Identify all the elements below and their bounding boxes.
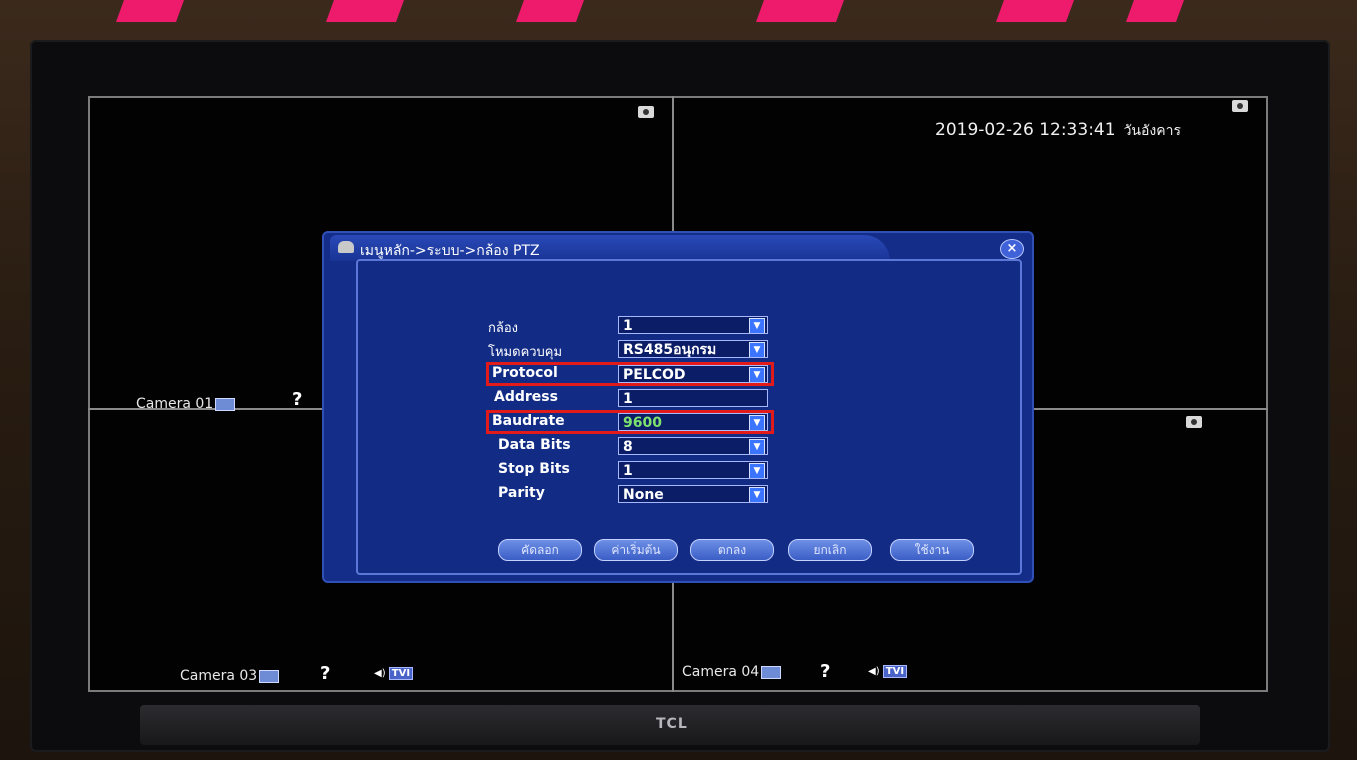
help-icon[interactable]: ? [320, 663, 330, 684]
label-address: Address [494, 389, 558, 405]
snapshot-icon[interactable] [1232, 100, 1248, 112]
speaker-tvi-indicator: ◀) TVI [868, 665, 908, 678]
label-control-mode: โหมดควบคุม [488, 345, 563, 360]
camera-name: Camera 03 [180, 668, 258, 684]
label-protocol: Protocol [492, 365, 558, 381]
datetime-display: 2019-02-26 12:33:41 วันอังคาร [935, 120, 1181, 142]
weekday-text: วันอังคาร [1123, 123, 1181, 139]
apply-button[interactable]: ใช้งาน [890, 539, 974, 561]
watermark-strip [0, 0, 1357, 22]
address-value: 1 [623, 391, 633, 407]
baudrate-select[interactable]: 9600 ▼ [618, 413, 768, 431]
dialog-titlebar[interactable]: เมนูหลัก->ระบบ->กล้อง PTZ [330, 235, 890, 261]
dropdown-arrow-icon[interactable]: ▼ [749, 439, 765, 454]
data-bits-select[interactable]: 8 ▼ [618, 437, 768, 455]
dropdown-arrow-icon[interactable]: ▼ [749, 318, 765, 333]
cancel-button[interactable]: ยกเลิก [788, 539, 872, 561]
camera-03-label: Camera 03 [180, 668, 280, 684]
baudrate-value: 9600 [623, 415, 662, 431]
datetime-text: 2019-02-26 12:33:41 [935, 120, 1116, 140]
snapshot-icon[interactable] [1186, 416, 1202, 428]
camera-icon [338, 241, 354, 253]
dialog-body: กล้อง 1 ▼ โหมดควบคุม RS485อนุกรม ▼ Protoco… [356, 259, 1022, 575]
tvi-badge: TVI [882, 665, 908, 678]
record-icon [215, 397, 236, 411]
dropdown-arrow-icon[interactable]: ▼ [749, 487, 765, 502]
dropdown-arrow-icon[interactable]: ▼ [749, 463, 765, 478]
stop-bits-select[interactable]: 1 ▼ [618, 461, 768, 479]
parity-value: None [623, 487, 664, 503]
camera-name: Camera 04 [682, 664, 760, 680]
camera-select[interactable]: 1 ▼ [618, 316, 768, 334]
label-parity: Parity [498, 485, 545, 501]
speaker-tvi-indicator: ◀) TVI [374, 667, 414, 680]
camera-value: 1 [623, 318, 633, 334]
protocol-select[interactable]: PELCOD ▼ [618, 365, 768, 383]
label-data-bits: Data Bits [498, 437, 571, 453]
protocol-value: PELCOD [623, 367, 686, 383]
label-camera: กล้อง [488, 321, 518, 336]
speaker-icon: ◀) [374, 668, 386, 679]
help-icon[interactable]: ? [292, 389, 302, 410]
label-baudrate: Baudrate [492, 413, 565, 429]
record-icon [259, 669, 280, 683]
label-stop-bits: Stop Bits [498, 461, 570, 477]
help-icon[interactable]: ? [820, 661, 830, 682]
control-mode-value: RS485อนุกรม [623, 342, 717, 358]
dropdown-arrow-icon[interactable]: ▼ [749, 367, 765, 382]
record-icon [761, 665, 782, 679]
default-button[interactable]: ค่าเริ่มต้น [594, 539, 678, 561]
stop-bits-value: 1 [623, 463, 633, 479]
snapshot-icon[interactable] [638, 106, 654, 118]
camera-01-label: Camera 01 [136, 396, 236, 412]
dropdown-arrow-icon[interactable]: ▼ [749, 415, 765, 430]
parity-select[interactable]: None ▼ [618, 485, 768, 503]
ok-button[interactable]: ตกลง [690, 539, 774, 561]
tvi-badge: TVI [388, 667, 414, 680]
dropdown-arrow-icon[interactable]: ▼ [749, 342, 765, 357]
monitor-brand-logo: TCL [656, 716, 688, 732]
close-button[interactable]: × [1000, 239, 1024, 259]
address-input[interactable]: 1 [618, 389, 768, 407]
control-mode-select[interactable]: RS485อนุกรม ▼ [618, 340, 768, 358]
data-bits-value: 8 [623, 439, 633, 455]
speaker-icon: ◀) [868, 666, 880, 677]
ptz-settings-dialog: เมนูหลัก->ระบบ->กล้อง PTZ × กล้อง 1 ▼ โหม… [322, 231, 1034, 583]
copy-button[interactable]: คัดลอก [498, 539, 582, 561]
camera-04-label: Camera 04 [682, 664, 782, 680]
camera-name: Camera 01 [136, 396, 214, 412]
dvr-screen: 2019-02-26 12:33:41 วันอังคาร Camera 01 ?… [88, 96, 1268, 692]
